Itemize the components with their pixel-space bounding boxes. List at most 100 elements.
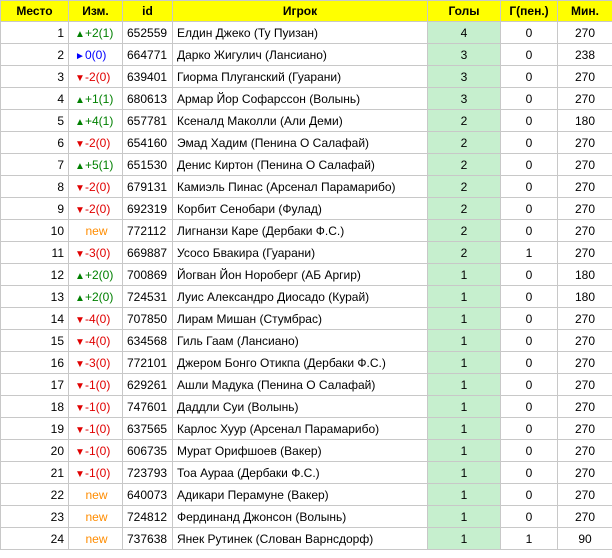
player-cell: Ашли Мадука (Пенина О Салафай) bbox=[172, 373, 428, 396]
player-cell: Луис Александро Диосадо (Курай) bbox=[172, 285, 428, 308]
change-value: +2(0) bbox=[85, 267, 114, 282]
goals-cell: 1 bbox=[427, 285, 501, 308]
arrow-up-icon: ▲ bbox=[75, 270, 85, 282]
id-cell: 639401 bbox=[122, 65, 173, 88]
player-cell: Дарко Жигулич (Лансиано) bbox=[172, 43, 428, 66]
table-row[interactable]: 15 ▼-4(0) 634568 Гиль Гаам (Лансиано) 1 0 270 bbox=[0, 329, 612, 352]
minutes-cell: 270 bbox=[557, 395, 612, 418]
minutes-cell: 270 bbox=[557, 219, 612, 242]
table-row[interactable]: 2 ►0(0) 664771 Дарко Жигулич (Лансиано) 3 0 23… bbox=[0, 43, 612, 66]
id-cell: 680613 bbox=[122, 87, 173, 110]
arrow-up-icon: ▲ bbox=[75, 94, 85, 106]
arrow-down-icon: ▼ bbox=[75, 248, 85, 260]
change-cell: ▼-3(0) bbox=[68, 351, 123, 374]
minutes-cell: 270 bbox=[557, 153, 612, 176]
change-cell: ▼-1(0) bbox=[68, 439, 123, 462]
minutes-cell: 270 bbox=[557, 175, 612, 198]
table-row[interactable]: 14 ▼-4(0) 707850 Лирам Мишан (Стумбрас) 1 0 27… bbox=[0, 307, 612, 330]
minutes-cell: 270 bbox=[557, 483, 612, 506]
penalties-cell: 0 bbox=[500, 263, 558, 286]
goals-cell: 1 bbox=[427, 351, 501, 374]
penalties-cell: 1 bbox=[500, 241, 558, 264]
header-goals[interactable]: Голы bbox=[427, 0, 501, 22]
table-row[interactable]: 16 ▼-3(0) 772101 Джером Бонго Отикпа (Дерба… bbox=[0, 351, 612, 374]
table-row[interactable]: 13 ▲+2(0) 724531 Луис Александро Диосадо (К… bbox=[0, 285, 612, 308]
arrow-down-icon: ▼ bbox=[75, 182, 85, 194]
change-value: -2(0) bbox=[85, 201, 111, 216]
goals-cell: 4 bbox=[427, 21, 501, 44]
penalties-cell: 0 bbox=[500, 461, 558, 484]
goals-cell: 3 bbox=[427, 87, 501, 110]
table-row[interactable]: 6 ▼-2(0) 654160 Эмад Хадим (Пенина О Салафа… bbox=[0, 131, 612, 154]
table-row[interactable]: 9 ▼-2(0) 692319 Корбит Сенобари (Фулад) 2 0 27… bbox=[0, 197, 612, 220]
table-row[interactable]: 4 ▲+1(1) 680613 Армар Йор Софарссон (Волынь… bbox=[0, 87, 612, 110]
place-cell: 20 bbox=[0, 439, 69, 462]
table-row[interactable]: 24 new 737638 Янек Рутинек (Слован Варнсдор… bbox=[0, 527, 612, 550]
arrow-up-icon: ▲ bbox=[75, 116, 85, 128]
place-cell: 21 bbox=[0, 461, 69, 484]
table-row[interactable]: 20 ▼-1(0) 606735 Мурат Орифшоев (Вакер) 1 0 27… bbox=[0, 439, 612, 462]
change-value: -1(0) bbox=[85, 421, 111, 436]
goals-cell: 2 bbox=[427, 109, 501, 132]
change-value: +1(1) bbox=[85, 91, 114, 106]
minutes-cell: 180 bbox=[557, 109, 612, 132]
header-place[interactable]: Место bbox=[0, 0, 69, 22]
penalties-cell: 0 bbox=[500, 351, 558, 374]
table-row[interactable]: 17 ▼-1(0) 629261 Ашли Мадука (Пенина О Сала… bbox=[0, 373, 612, 396]
penalties-cell: 0 bbox=[500, 329, 558, 352]
table-row[interactable]: 1 ▲+2(1) 652559 Елдин Джеко (Ту Пуизан) 4 0 27… bbox=[0, 21, 612, 44]
change-cell: ▼-1(0) bbox=[68, 461, 123, 484]
player-cell: Эмад Хадим (Пенина О Салафай) bbox=[172, 131, 428, 154]
table-row[interactable]: 5 ▲+4(1) 657781 Ксеналд Маколли (Али Деми) 2… bbox=[0, 109, 612, 132]
goals-cell: 1 bbox=[427, 417, 501, 440]
table-row[interactable]: 21 ▼-1(0) 723793 Тоа Аураа (Дербаки Ф.С.) 1 0… bbox=[0, 461, 612, 484]
id-cell: 724531 bbox=[122, 285, 173, 308]
table-row[interactable]: 19 ▼-1(0) 637565 Карлос Хуур (Арсенал Парам… bbox=[0, 417, 612, 440]
minutes-cell: 90 bbox=[557, 527, 612, 550]
id-cell: 652559 bbox=[122, 21, 173, 44]
goals-cell: 1 bbox=[427, 263, 501, 286]
header-change[interactable]: Изм. bbox=[68, 0, 123, 22]
penalties-cell: 1 bbox=[500, 527, 558, 550]
goals-cell: 2 bbox=[427, 219, 501, 242]
header-minutes[interactable]: Мин. bbox=[557, 0, 612, 22]
header-id[interactable]: id bbox=[122, 0, 173, 22]
table-row[interactable]: 22 new 640073 Адикари Перамуне (Вакер) 1 0 270 bbox=[0, 483, 612, 506]
id-cell: 772112 bbox=[122, 219, 173, 242]
player-cell: Тоа Аураа (Дербаки Ф.С.) bbox=[172, 461, 428, 484]
id-cell: 629261 bbox=[122, 373, 173, 396]
player-cell: Карлос Хуур (Арсенал Парамарибо) bbox=[172, 417, 428, 440]
minutes-cell: 270 bbox=[557, 417, 612, 440]
penalties-cell: 0 bbox=[500, 131, 558, 154]
header-penalties[interactable]: Г(пен.) bbox=[500, 0, 558, 22]
goals-cell: 2 bbox=[427, 153, 501, 176]
place-cell: 8 bbox=[0, 175, 69, 198]
place-cell: 3 bbox=[0, 65, 69, 88]
player-cell: Корбит Сенобари (Фулад) bbox=[172, 197, 428, 220]
place-cell: 22 bbox=[0, 483, 69, 506]
table-row[interactable]: 3 ▼-2(0) 639401 Гиорма Плуганский (Гуарани)… bbox=[0, 65, 612, 88]
table-row[interactable]: 18 ▼-1(0) 747601 Даддли Суи (Волынь) 1 0 270 bbox=[0, 395, 612, 418]
table-row[interactable]: 10 new 772112 Лигнанзи Каре (Дербаки Ф.С.) 2… bbox=[0, 219, 612, 242]
change-value: -3(0) bbox=[85, 355, 111, 370]
minutes-cell: 270 bbox=[557, 197, 612, 220]
header-row: Место Изм. id Игрок Голы Г(пен.) Мин. bbox=[0, 0, 612, 22]
player-cell: Даддли Суи (Волынь) bbox=[172, 395, 428, 418]
goals-cell: 1 bbox=[427, 439, 501, 462]
penalties-cell: 0 bbox=[500, 439, 558, 462]
change-value: +2(0) bbox=[85, 289, 114, 304]
arrow-down-icon: ▼ bbox=[75, 468, 85, 480]
change-cell: ▼-1(0) bbox=[68, 373, 123, 396]
minutes-cell: 270 bbox=[557, 505, 612, 528]
header-player[interactable]: Игрок bbox=[172, 0, 428, 22]
table-row[interactable]: 23 new 724812 Фердинанд Джонсон (Волынь) 1 0 2… bbox=[0, 505, 612, 528]
table-row[interactable]: 7 ▲+5(1) 651530 Денис Киртон (Пенина О Сала… bbox=[0, 153, 612, 176]
arrow-up-icon: ▲ bbox=[75, 160, 85, 172]
table-row[interactable]: 12 ▲+2(0) 700869 Йогван Йон Нороберг (АБ Ар… bbox=[0, 263, 612, 286]
new-badge: new bbox=[85, 531, 108, 546]
table-row[interactable]: 11 ▼-3(0) 669887 Усосо Бвакира (Гуарани) 2 1 2… bbox=[0, 241, 612, 264]
id-cell: 707850 bbox=[122, 307, 173, 330]
penalties-cell: 0 bbox=[500, 307, 558, 330]
change-cell: ▼-4(0) bbox=[68, 307, 123, 330]
table-row[interactable]: 8 ▼-2(0) 679131 Камиэль Пинас (Арсенал Пара… bbox=[0, 175, 612, 198]
